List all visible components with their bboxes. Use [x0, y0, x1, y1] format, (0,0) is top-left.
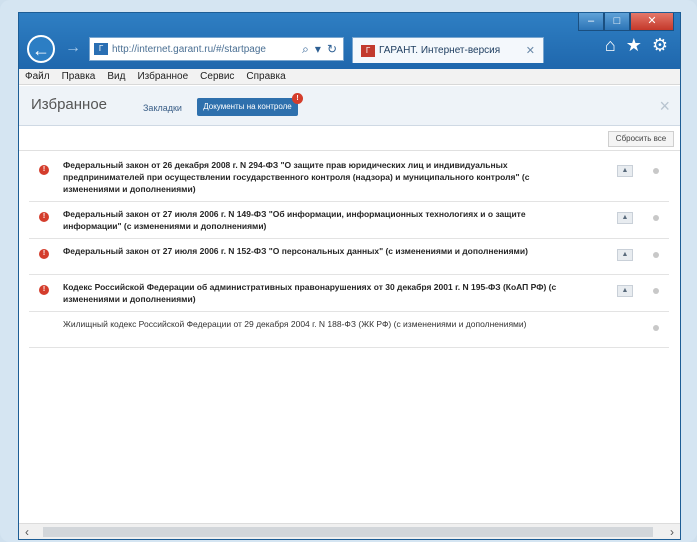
screenshot-frame: – □ ✕ ← → Г http://internet.garant.ru/#/…: [0, 0, 697, 542]
favorites-star-icon[interactable]: ★: [626, 35, 642, 56]
notification-badge: !: [292, 93, 303, 104]
titlebar: – □ ✕ ← → Г http://internet.garant.ru/#/…: [19, 13, 680, 69]
menu-help[interactable]: Справка: [246, 71, 285, 82]
tab-close-icon[interactable]: ✕: [526, 44, 535, 57]
document-title[interactable]: Федеральный закон от 27 июля 2006 г. N 1…: [63, 208, 569, 232]
menu-file[interactable]: Файл: [25, 71, 50, 82]
refresh-icon[interactable]: ↻: [327, 42, 337, 57]
search-icon[interactable]: ⌕: [302, 42, 309, 57]
home-icon[interactable]: ⌂: [605, 35, 616, 56]
tab-documents-on-control[interactable]: Документы на контроле: [197, 98, 298, 116]
forward-button[interactable]: →: [59, 35, 87, 63]
alert-icon: !: [39, 212, 49, 222]
alert-icon: !: [39, 285, 49, 295]
status-dot: [653, 252, 659, 258]
list-item[interactable]: ! Кодекс Российской Федерации об админис…: [29, 275, 669, 312]
document-title[interactable]: Жилищный кодекс Российской Федерации от …: [63, 318, 569, 330]
menu-view[interactable]: Вид: [107, 71, 125, 82]
open-document-icon[interactable]: ▲: [617, 249, 633, 261]
document-title[interactable]: Кодекс Российской Федерации об администр…: [63, 281, 569, 305]
garant-icon: Г: [94, 43, 108, 55]
menu-bar: Файл Правка Вид Избранное Сервис Справка: [19, 69, 680, 85]
dropdown-icon[interactable]: ▾: [315, 42, 321, 57]
status-dot: [653, 288, 659, 294]
scroll-left-icon[interactable]: ‹: [25, 525, 29, 539]
alert-icon: !: [39, 249, 49, 259]
tab-bookmarks[interactable]: Закладки: [143, 103, 182, 113]
scroll-right-icon[interactable]: ›: [670, 525, 674, 539]
address-bar[interactable]: Г http://internet.garant.ru/#/startpage …: [89, 37, 344, 61]
document-title[interactable]: Федеральный закон от 27 июля 2006 г. N 1…: [63, 245, 569, 257]
scroll-thumb[interactable]: [43, 527, 653, 537]
close-window-button[interactable]: ✕: [630, 13, 674, 31]
maximize-button[interactable]: □: [604, 13, 630, 31]
address-text: http://internet.garant.ru/#/startpage: [112, 43, 266, 55]
menu-favorites[interactable]: Избранное: [137, 71, 188, 82]
panel-toolbar: Сбросить все: [19, 127, 680, 151]
list-item[interactable]: ! Федеральный закон от 26 декабря 2008 г…: [29, 153, 669, 202]
status-dot: [653, 325, 659, 331]
list-item[interactable]: ! Федеральный закон от 27 июля 2006 г. N…: [29, 239, 669, 275]
window-controls: – □ ✕: [578, 13, 674, 33]
settings-gear-icon[interactable]: ⚙: [652, 35, 668, 56]
panel-close-icon[interactable]: ×: [659, 96, 670, 117]
browser-window: – □ ✕ ← → Г http://internet.garant.ru/#/…: [18, 12, 681, 540]
menu-tools[interactable]: Сервис: [200, 71, 234, 82]
status-dot: [653, 168, 659, 174]
back-button[interactable]: ←: [27, 35, 55, 63]
list-item[interactable]: Жилищный кодекс Российской Федерации от …: [29, 312, 669, 348]
favorites-panel-header: Избранное Закладки Документы на контроле…: [19, 86, 680, 126]
menu-edit[interactable]: Правка: [62, 71, 96, 82]
open-document-icon[interactable]: ▲: [617, 165, 633, 177]
garant-icon: Г: [361, 44, 375, 57]
document-title[interactable]: Федеральный закон от 26 декабря 2008 г. …: [63, 159, 569, 195]
open-document-icon[interactable]: ▲: [617, 212, 633, 224]
minimize-button[interactable]: –: [578, 13, 604, 31]
tab-title: ГАРАНТ. Интернет-версия: [379, 45, 501, 56]
open-document-icon[interactable]: ▲: [617, 285, 633, 297]
alert-icon: !: [39, 165, 49, 175]
document-list: ! Федеральный закон от 26 декабря 2008 г…: [29, 153, 669, 348]
reset-all-button[interactable]: Сбросить все: [608, 131, 674, 147]
list-item[interactable]: ! Федеральный закон от 27 июля 2006 г. N…: [29, 202, 669, 239]
horizontal-scrollbar[interactable]: ‹ ›: [19, 523, 680, 539]
tab-garant[interactable]: Г ГАРАНТ. Интернет-версия ✕: [352, 37, 544, 63]
status-dot: [653, 215, 659, 221]
panel-title: Избранное: [31, 96, 108, 113]
